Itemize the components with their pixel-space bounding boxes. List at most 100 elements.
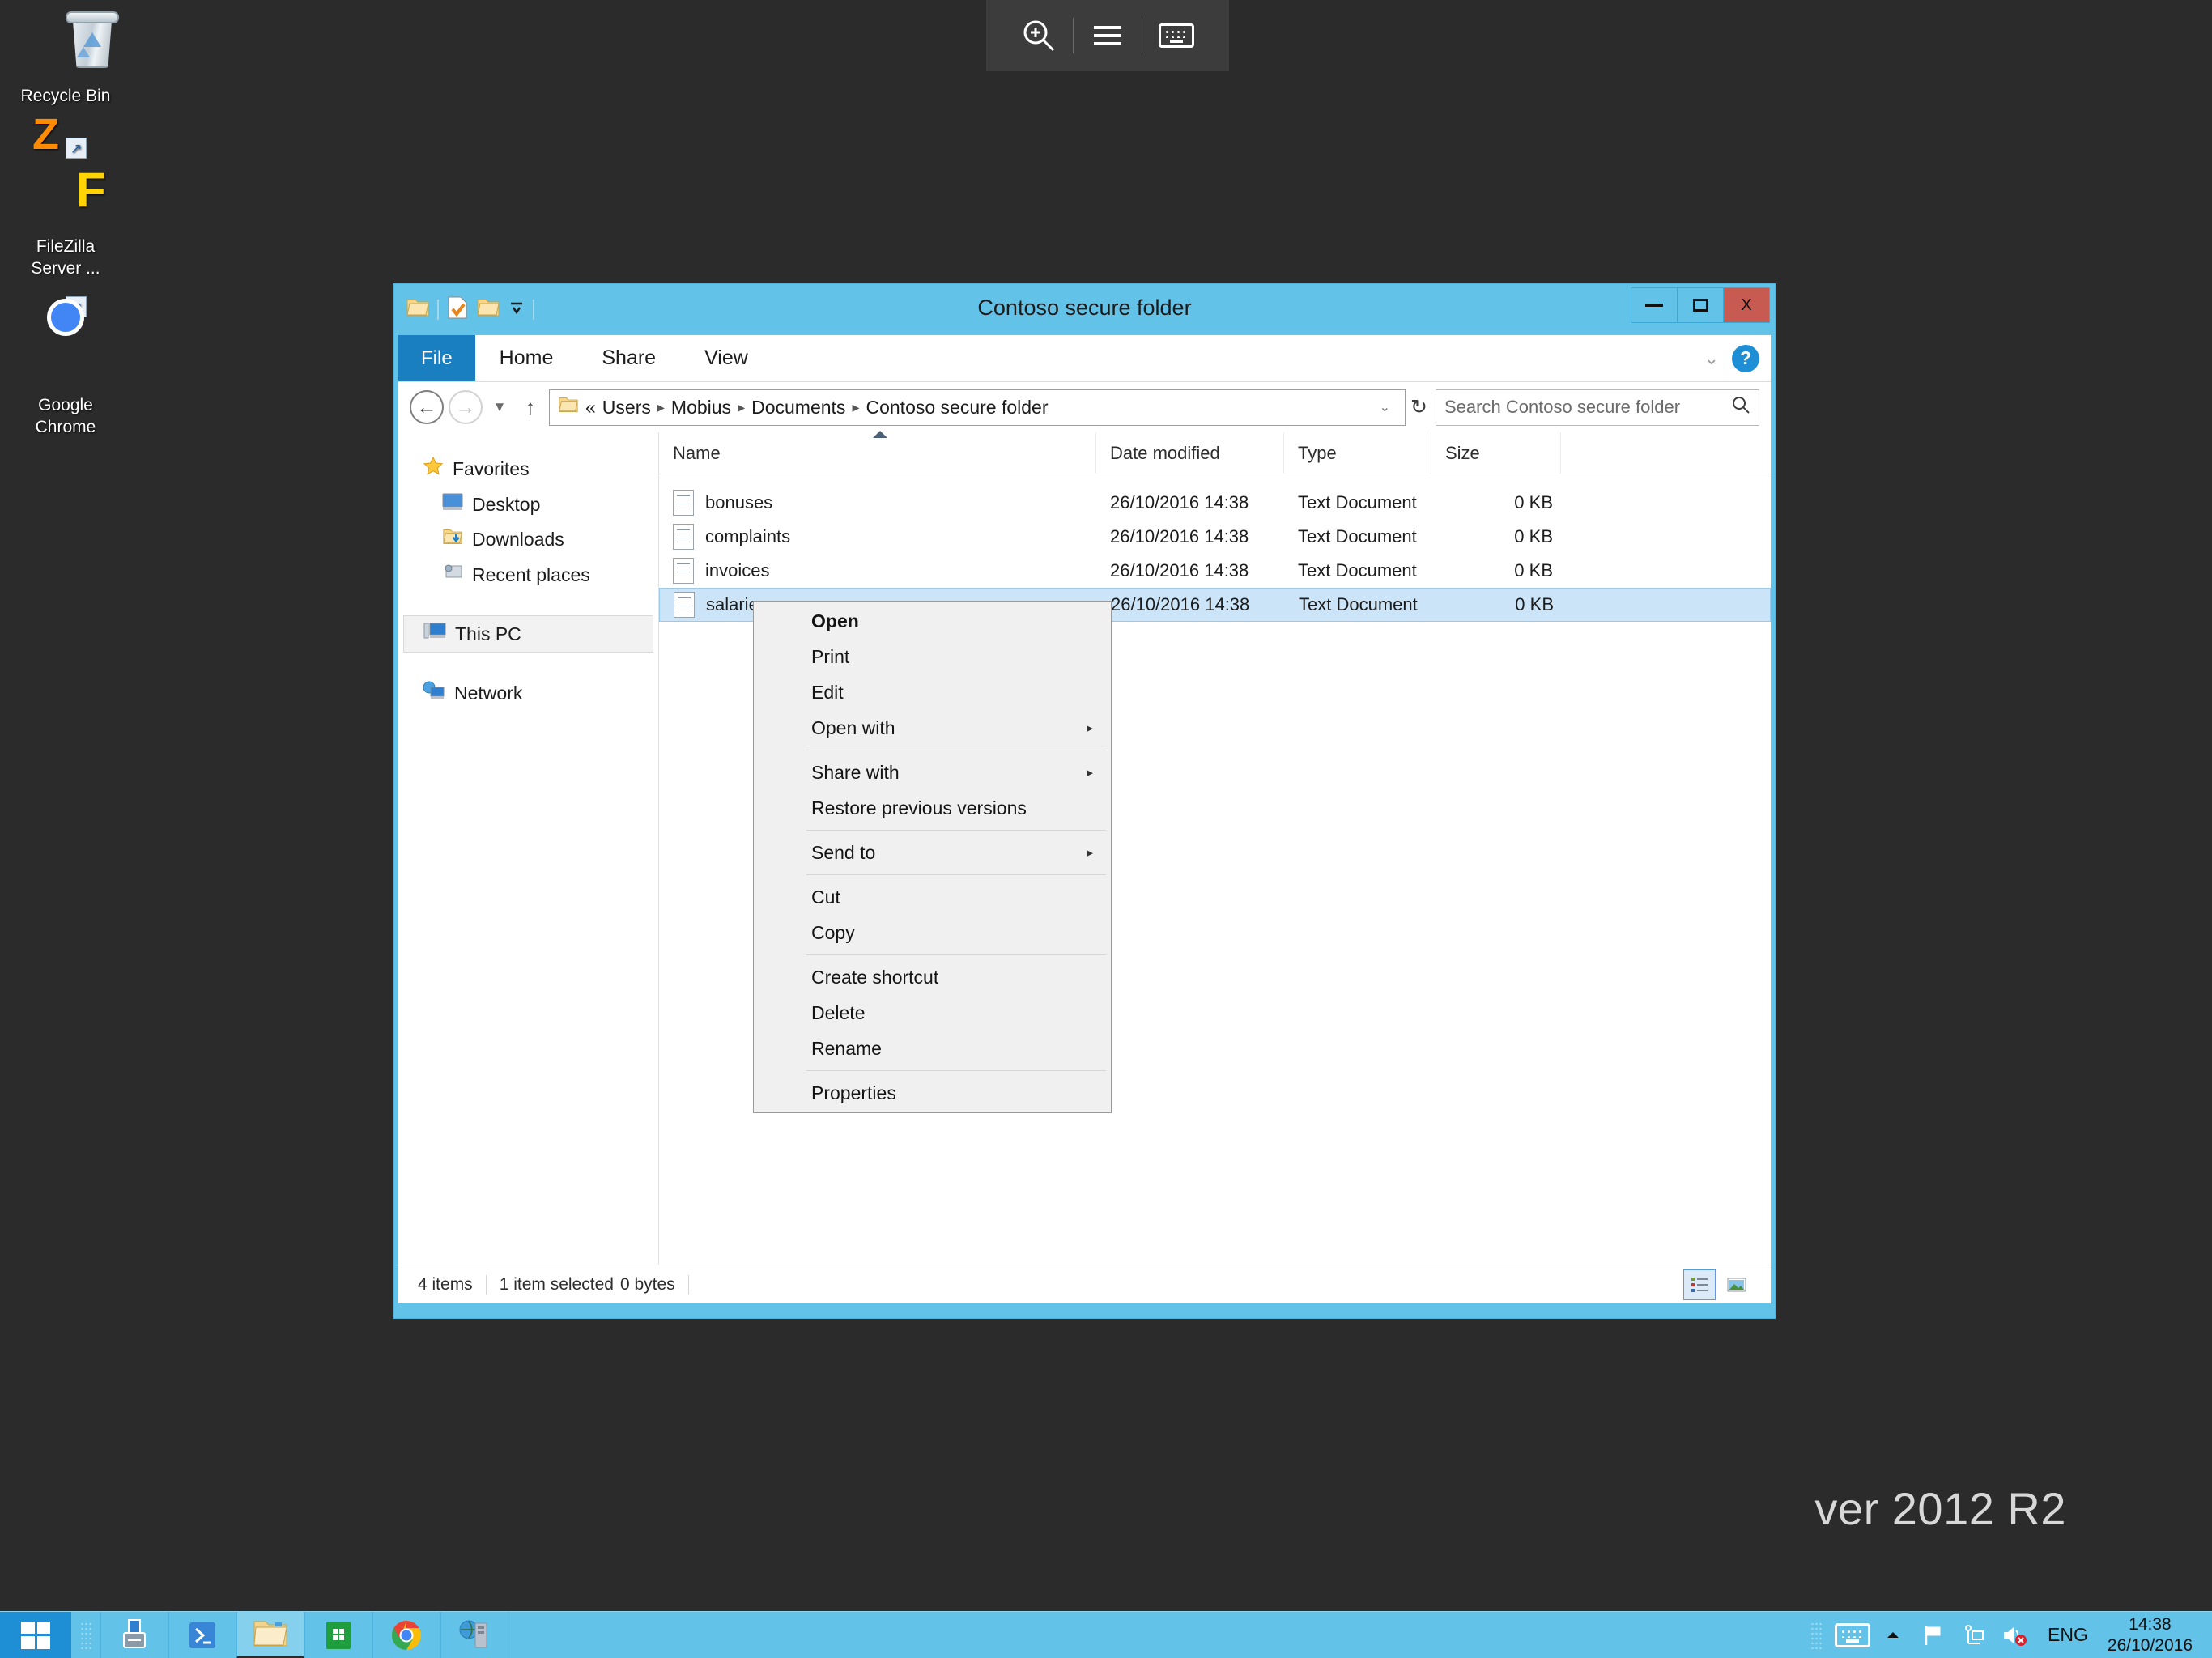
breadcrumb-item-current[interactable]: Contoso secure folder [866,397,1048,419]
breadcrumb-item-mobius[interactable]: Mobius [671,397,731,419]
column-headers[interactable]: Name Date modified Type Size [659,431,1771,474]
menu-item-open[interactable]: Open [754,603,1111,639]
help-icon[interactable]: ? [1732,344,1759,372]
nav-item-desktop[interactable]: Desktop [398,487,658,521]
tab-file[interactable]: File [398,335,475,381]
tab-share[interactable]: Share [577,335,680,381]
expand-ribbon-icon[interactable]: ⌄ [1704,348,1719,369]
file-size-cell: 0 KB [1514,492,1553,512]
breadcrumb[interactable]: « Users ▸ Mobius ▸ Documents ▸ Contoso s… [549,389,1406,426]
desktop-icon-recycle-bin[interactable]: Recycle Bin [5,8,126,108]
clock[interactable]: 14:38 26/10/2016 [2103,1614,2206,1656]
menu-item-delete[interactable]: Delete [754,995,1111,1031]
zoom-in-icon[interactable] [1005,0,1073,71]
network-icon[interactable] [1955,1612,1993,1658]
language-indicator[interactable]: ENG [2036,1624,2099,1646]
breadcrumb-item-documents[interactable]: Documents [751,397,845,419]
window-controls[interactable]: X [1631,287,1770,323]
keyboard-icon[interactable] [1834,1612,1871,1658]
close-button[interactable]: X [1723,287,1770,323]
tray-grip[interactable] [1802,1612,1831,1658]
nav-item-label: This PC [455,623,521,644]
file-list[interactable]: bonuses 26/10/2016 14:38 Text Document 0… [659,474,1771,622]
keyboard-icon[interactable] [1142,0,1210,71]
table-row[interactable]: invoices 26/10/2016 14:38 Text Document … [659,554,1771,588]
desktop-icon-label: Recycle Bin [20,87,111,105]
tab-view[interactable]: View [680,335,772,381]
network-icon [423,681,445,705]
taskbar[interactable]: ENG 14:38 26/10/2016 [0,1611,2212,1658]
menu-item-restore-previous-versions[interactable]: Restore previous versions [754,790,1111,826]
menu-item-properties[interactable]: Properties [754,1075,1111,1111]
taskbar-grip[interactable] [71,1612,100,1658]
column-header-type[interactable]: Type [1284,432,1431,474]
tab-home[interactable]: Home [475,335,578,381]
refresh-button[interactable]: ↻ [1410,395,1431,419]
column-header-date-modified[interactable]: Date modified [1096,432,1284,474]
desktop-icon-label-line1: Google [38,396,93,414]
column-header-size[interactable]: Size [1431,432,1561,474]
file-name-cell[interactable]: complaints [659,524,1096,550]
taskbar-item-iis-manager[interactable] [440,1611,508,1658]
details-view-icon[interactable] [1683,1269,1716,1300]
view-mode-buttons[interactable] [1683,1269,1759,1300]
text-document-icon [673,490,694,516]
menu-item-edit[interactable]: Edit [754,674,1111,710]
menu-item-create-shortcut[interactable]: Create shortcut [754,959,1111,995]
search-input[interactable]: Search Contoso secure folder [1436,389,1759,426]
breadcrumb-separator[interactable]: ▸ [852,399,859,416]
taskbar-item-powershell[interactable] [168,1611,236,1658]
text-document-icon [673,524,694,550]
show-hidden-icons-icon[interactable] [1874,1612,1912,1658]
window-titlebar[interactable]: Contoso secure folder X [394,284,1775,335]
recent-locations-button[interactable]: ▼ [487,399,512,415]
desktop-icon [442,493,463,516]
file-name-cell[interactable]: invoices [659,558,1096,584]
breadcrumb-separator[interactable]: ▸ [657,399,665,416]
up-button[interactable]: ↑ [517,395,544,420]
minimize-button[interactable] [1631,287,1678,323]
desktop-icon-filezilla-server[interactable]: F Z ↗ FileZilla Server ... [5,113,126,280]
nav-item-this-pc[interactable]: This PC [403,615,653,653]
menu-item-share-with[interactable]: Share with ▸ [754,755,1111,790]
nav-item-network[interactable]: Network [398,675,658,711]
search-icon[interactable] [1731,395,1750,419]
menu-item-open-with[interactable]: Open with ▸ [754,710,1111,746]
taskbar-item-windows-store[interactable] [304,1611,372,1658]
breadcrumb-item-users[interactable]: Users [602,397,651,419]
breadcrumb-prefix[interactable]: « [585,397,596,419]
file-name-cell[interactable]: bonuses [659,490,1096,516]
system-tray[interactable]: ENG 14:38 26/10/2016 [1802,1612,2212,1658]
breadcrumb-separator[interactable]: ▸ [738,399,745,416]
maximize-button[interactable] [1677,287,1724,323]
context-menu[interactable]: Open Print Edit Open with ▸ Share with ▸… [753,601,1112,1113]
floating-accessibility-toolbar[interactable] [986,0,1229,71]
taskbar-item-server-manager[interactable] [100,1611,168,1658]
hamburger-menu-icon[interactable] [1074,0,1142,71]
forward-button[interactable]: → [449,390,483,424]
navigation-pane[interactable]: Favorites Desktop Downloads Recent place… [398,432,659,1265]
menu-item-copy[interactable]: Copy [754,915,1111,950]
taskbar-item-google-chrome[interactable] [372,1611,440,1658]
address-bar[interactable]: ← → ▼ ↑ « Users ▸ Mobius ▸ Documents ▸ C… [398,382,1771,432]
nav-item-recent-places[interactable]: Recent places [398,557,658,593]
back-button[interactable]: ← [410,390,444,424]
table-row[interactable]: bonuses 26/10/2016 14:38 Text Document 0… [659,486,1771,520]
nav-item-favorites[interactable]: Favorites [398,450,658,487]
start-button[interactable] [0,1611,71,1658]
volume-muted-icon[interactable] [1996,1612,2033,1658]
menu-item-rename[interactable]: Rename [754,1031,1111,1066]
breadcrumb-dropdown-icon[interactable]: ⌄ [1380,399,1397,415]
nav-item-downloads[interactable]: Downloads [398,521,658,557]
action-center-flag-icon[interactable] [1915,1612,1952,1658]
column-header-name[interactable]: Name [659,432,1096,474]
table-row[interactable]: complaints 26/10/2016 14:38 Text Documen… [659,520,1771,554]
ribbon-tabs[interactable]: File Home Share View ⌄ ? [398,335,1771,382]
large-icons-view-icon[interactable] [1721,1269,1753,1300]
menu-item-print[interactable]: Print [754,639,1111,674]
desktop-icon-google-chrome[interactable]: ↗ Google Chrome [5,296,126,439]
taskbar-item-file-explorer[interactable] [236,1611,304,1658]
menu-item-cut[interactable]: Cut [754,879,1111,915]
menu-item-send-to[interactable]: Send to ▸ [754,835,1111,870]
file-size-cell: 0 KB [1514,526,1553,546]
